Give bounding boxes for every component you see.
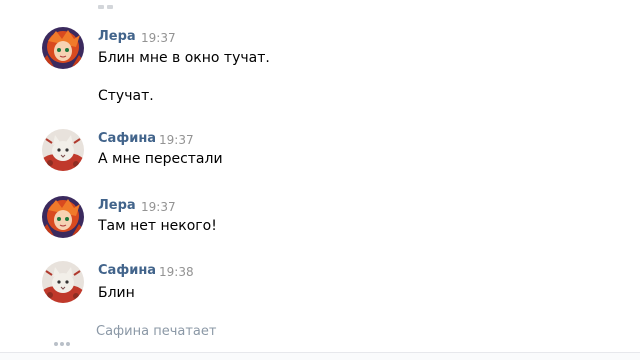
message-text: Блин мне в окно тучат. [98,50,270,66]
message-time[interactable]: 19:37 [159,132,194,148]
cat-avatar-icon [42,129,84,171]
anime-avatar-icon [42,27,84,69]
typing-indicator: Сафина печатает [54,323,354,346]
cat-avatar-icon [42,261,84,303]
composer-area [0,353,640,360]
typing-text: Сафина печатает [96,324,217,339]
avatar-safina[interactable] [42,129,84,171]
author-name[interactable]: Лера [98,29,136,45]
typing-dots-icon [54,331,72,350]
message-text: Стучат. [98,88,154,104]
avatar-lera[interactable] [42,196,84,238]
message-text: А мне перестали [98,151,223,167]
message-time[interactable]: 19:37 [141,30,176,46]
avatar-safina[interactable] [42,261,84,303]
author-name[interactable]: Сафина [98,263,156,279]
message-text: Блин [98,285,135,301]
message-text: Там нет некого! [98,218,217,234]
message-time[interactable]: 19:38 [159,264,194,280]
chat-history: Лера 19:37 Блин мне в окно тучат. Стучат… [0,0,640,360]
avatar-lera[interactable] [42,27,84,69]
author-name[interactable]: Лера [98,198,136,214]
previous-message-fragment [98,0,128,9]
anime-avatar-icon [42,196,84,238]
author-name[interactable]: Сафина [98,131,156,147]
message-time[interactable]: 19:37 [141,199,176,215]
